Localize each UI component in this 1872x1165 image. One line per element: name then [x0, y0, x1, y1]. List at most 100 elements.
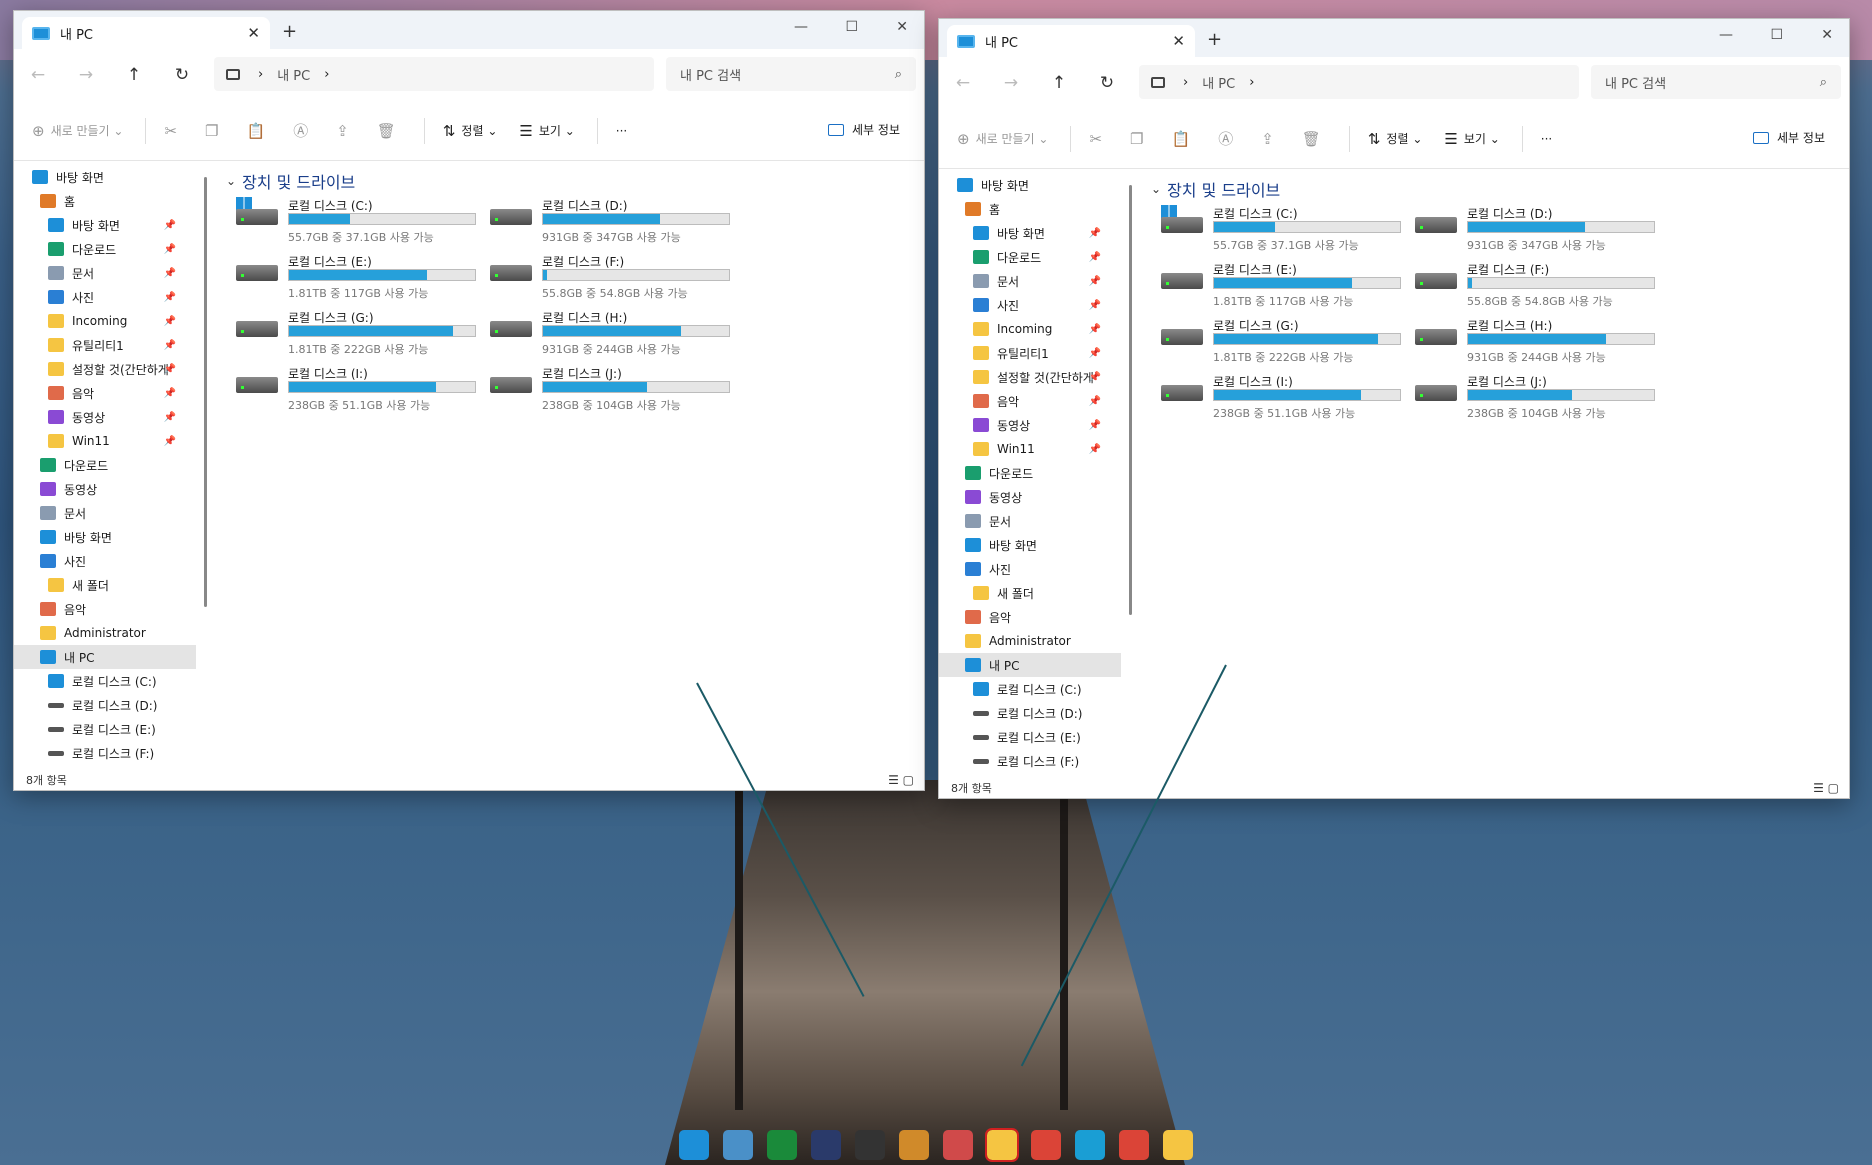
sidebar-item[interactable]: 바탕 화면 — [939, 533, 1121, 557]
copy-icon[interactable]: ❐ — [205, 122, 224, 140]
drive-tile[interactable]: 로컬 디스크 (D:) 931GB 중 347GB 사용 가능 — [1415, 203, 1655, 253]
sidebar-item[interactable]: 바탕 화면 — [14, 165, 196, 189]
sidebar-item[interactable]: 로컬 디스크 (E:) — [14, 717, 196, 741]
drive-tile[interactable]: 로컬 디스크 (H:) 931GB 중 244GB 사용 가능 — [490, 307, 730, 357]
sidebar-item[interactable]: 음악 — [939, 605, 1121, 629]
drive-tile[interactable]: 로컬 디스크 (J:) 238GB 중 104GB 사용 가능 — [1415, 371, 1655, 421]
drive-tile[interactable]: 로컬 디스크 (G:) 1.81TB 중 222GB 사용 가능 — [1161, 315, 1401, 365]
sidebar-item[interactable]: 문서 — [939, 509, 1121, 533]
calendar-app-icon[interactable] — [855, 1129, 885, 1160]
more-options-button[interactable]: ··· — [1541, 132, 1552, 146]
sidebar-item[interactable]: 다운로드 📌 — [14, 237, 196, 261]
share-icon[interactable]: ⇪ — [336, 122, 355, 140]
close-window-icon[interactable]: ✕ — [896, 19, 908, 35]
cut-icon[interactable]: ✂ — [1089, 130, 1108, 148]
view-button[interactable]: ☰ 보기 ⌄ — [519, 122, 574, 140]
window-tab[interactable]: 내 PC ✕ — [22, 17, 270, 49]
sidebar-item[interactable]: Win11 📌 — [14, 429, 196, 453]
refresh-icon[interactable]: ↻ — [158, 65, 206, 85]
sidebar-item[interactable]: 사진 — [939, 557, 1121, 581]
drive-tile[interactable]: 로컬 디스크 (G:) 1.81TB 중 222GB 사용 가능 — [236, 307, 476, 357]
drive-tile[interactable]: 로컬 디스크 (E:) 1.81TB 중 117GB 사용 가능 — [236, 251, 476, 301]
drive-tile[interactable]: 로컬 디스크 (C:) 55.7GB 중 37.1GB 사용 가능 — [1161, 203, 1401, 253]
cut-icon[interactable]: ✂ — [164, 122, 183, 140]
navigation-scrollbar[interactable] — [1129, 185, 1132, 615]
view-button[interactable]: ☰ 보기 ⌄ — [1444, 130, 1499, 148]
breadcrumb-item[interactable]: 내 PC — [277, 65, 310, 84]
address-field[interactable]: › 내 PC › — [1139, 65, 1579, 99]
sidebar-item[interactable]: 새 폴더 — [14, 573, 196, 597]
drive-tile[interactable]: 로컬 디스크 (F:) 55.8GB 중 54.8GB 사용 가능 — [1415, 259, 1655, 309]
notion-like-icon[interactable] — [811, 1129, 841, 1160]
rename-icon[interactable]: Ⓐ — [1218, 128, 1239, 149]
chrome-icon[interactable] — [1031, 1129, 1061, 1160]
section-header[interactable]: ⌄ 장치 및 드라이브 — [226, 169, 355, 193]
forward-icon[interactable]: → — [987, 73, 1035, 93]
refresh-icon[interactable]: ↻ — [1083, 73, 1131, 93]
drive-tile[interactable]: 로컬 디스크 (C:) 55.7GB 중 37.1GB 사용 가능 — [236, 195, 476, 245]
sidebar-item[interactable]: 설정할 것(간단하게 📌 — [14, 357, 196, 381]
sidebar-item[interactable]: 내 PC — [14, 645, 196, 669]
minimize-icon[interactable]: — — [794, 19, 808, 35]
sidebar-item[interactable]: 설정할 것(간단하게 📌 — [939, 365, 1121, 389]
search-input[interactable]: 내 PC 검색 ⌕ — [666, 57, 916, 91]
sort-button[interactable]: ⇅ 정렬 ⌄ — [1368, 130, 1423, 148]
sidebar-item[interactable]: 바탕 화면 📌 — [14, 213, 196, 237]
sort-button[interactable]: ⇅ 정렬 ⌄ — [443, 122, 498, 140]
delete-icon[interactable]: 🗑 — [377, 122, 402, 140]
sidebar-item[interactable]: 사진 — [14, 549, 196, 573]
back-icon[interactable]: ← — [14, 65, 62, 85]
close-tab-icon[interactable]: ✕ — [247, 24, 260, 42]
sidebar-item[interactable]: 유틸리티1 📌 — [14, 333, 196, 357]
sidebar-item[interactable]: 음악 📌 — [939, 389, 1121, 413]
paste-icon[interactable]: 📋 — [1172, 130, 1197, 148]
up-icon[interactable]: ↑ — [1035, 73, 1083, 93]
forward-icon[interactable]: → — [62, 65, 110, 85]
sidebar-item[interactable]: 로컬 디스크 (C:) — [939, 677, 1121, 701]
sidebar-item[interactable]: 음악 — [14, 597, 196, 621]
details-pane-button[interactable]: 세부 정보 — [1753, 129, 1825, 146]
view-toggle-icons[interactable]: ☰ ▢ — [1813, 781, 1839, 795]
new-tab-icon[interactable]: + — [1207, 29, 1222, 50]
rename-icon[interactable]: Ⓐ — [293, 120, 314, 141]
drive-tile[interactable]: 로컬 디스크 (D:) 931GB 중 347GB 사용 가능 — [490, 195, 730, 245]
drive-tile[interactable]: 로컬 디스크 (F:) 55.8GB 중 54.8GB 사용 가능 — [490, 251, 730, 301]
sidebar-item[interactable]: 바탕 화면 — [939, 173, 1121, 197]
copy-icon[interactable]: ❐ — [1130, 130, 1149, 148]
new-tab-icon[interactable]: + — [282, 21, 297, 42]
breadcrumb-chevron-icon[interactable]: › — [324, 67, 329, 82]
drive-tile[interactable]: 로컬 디스크 (J:) 238GB 중 104GB 사용 가능 — [490, 363, 730, 413]
drive-tile[interactable]: 로컬 디스크 (E:) 1.81TB 중 117GB 사용 가능 — [1161, 259, 1401, 309]
explorer-window-left[interactable]: 내 PC ✕ + — ☐ ✕ ← → ↑ ↻ › 내 PC › 내 PC 검색 … — [13, 10, 925, 791]
sidebar-item[interactable]: 문서 📌 — [939, 269, 1121, 293]
close-window-icon[interactable]: ✕ — [1821, 27, 1833, 43]
sidebar-item[interactable]: 로컬 디스크 (F:) — [939, 749, 1121, 773]
sidebar-item[interactable]: Win11 📌 — [939, 437, 1121, 461]
sidebar-item[interactable]: 유틸리티1 📌 — [939, 341, 1121, 365]
sidebar-item[interactable]: 로컬 디스크 (D:) — [14, 693, 196, 717]
sidebar-item[interactable]: 로컬 디스크 (E:) — [939, 725, 1121, 749]
sidebar-item[interactable]: 문서 — [14, 501, 196, 525]
sidebar-item[interactable]: 다운로드 📌 — [939, 245, 1121, 269]
sidebar-item[interactable]: 바탕 화면 — [14, 525, 196, 549]
view-toggle-icons[interactable]: ☰ ▢ — [888, 773, 914, 787]
sidebar-item[interactable]: 동영상 — [939, 485, 1121, 509]
windows-start-icon[interactable] — [679, 1129, 709, 1160]
sidebar-item[interactable]: 사진 📌 — [14, 285, 196, 309]
sidebar-item[interactable]: 동영상 📌 — [939, 413, 1121, 437]
sidebar-item[interactable]: Administrator — [14, 621, 196, 645]
sidebar-item[interactable]: 새 폴더 — [939, 581, 1121, 605]
address-field[interactable]: › 내 PC › — [214, 57, 654, 91]
search-input[interactable]: 내 PC 검색 ⌕ — [1591, 65, 1841, 99]
sidebar-item[interactable]: 동영상 — [14, 477, 196, 501]
close-tab-icon[interactable]: ✕ — [1172, 32, 1185, 50]
sidebar-item[interactable]: 로컬 디스크 (G:) — [14, 765, 196, 770]
sidebar-item[interactable]: 문서 📌 — [14, 261, 196, 285]
paste-icon[interactable]: 📋 — [247, 122, 272, 140]
explorer-window-right[interactable]: 내 PC ✕ + — ☐ ✕ ← → ↑ ↻ › 내 PC › 내 PC 검색 … — [938, 18, 1850, 799]
sidebar-item[interactable]: Incoming 📌 — [14, 309, 196, 333]
task-view-icon[interactable] — [723, 1129, 753, 1160]
maximize-icon[interactable]: ☐ — [845, 19, 858, 35]
details-pane-button[interactable]: 세부 정보 — [828, 121, 900, 138]
section-header[interactable]: ⌄ 장치 및 드라이브 — [1151, 177, 1280, 201]
